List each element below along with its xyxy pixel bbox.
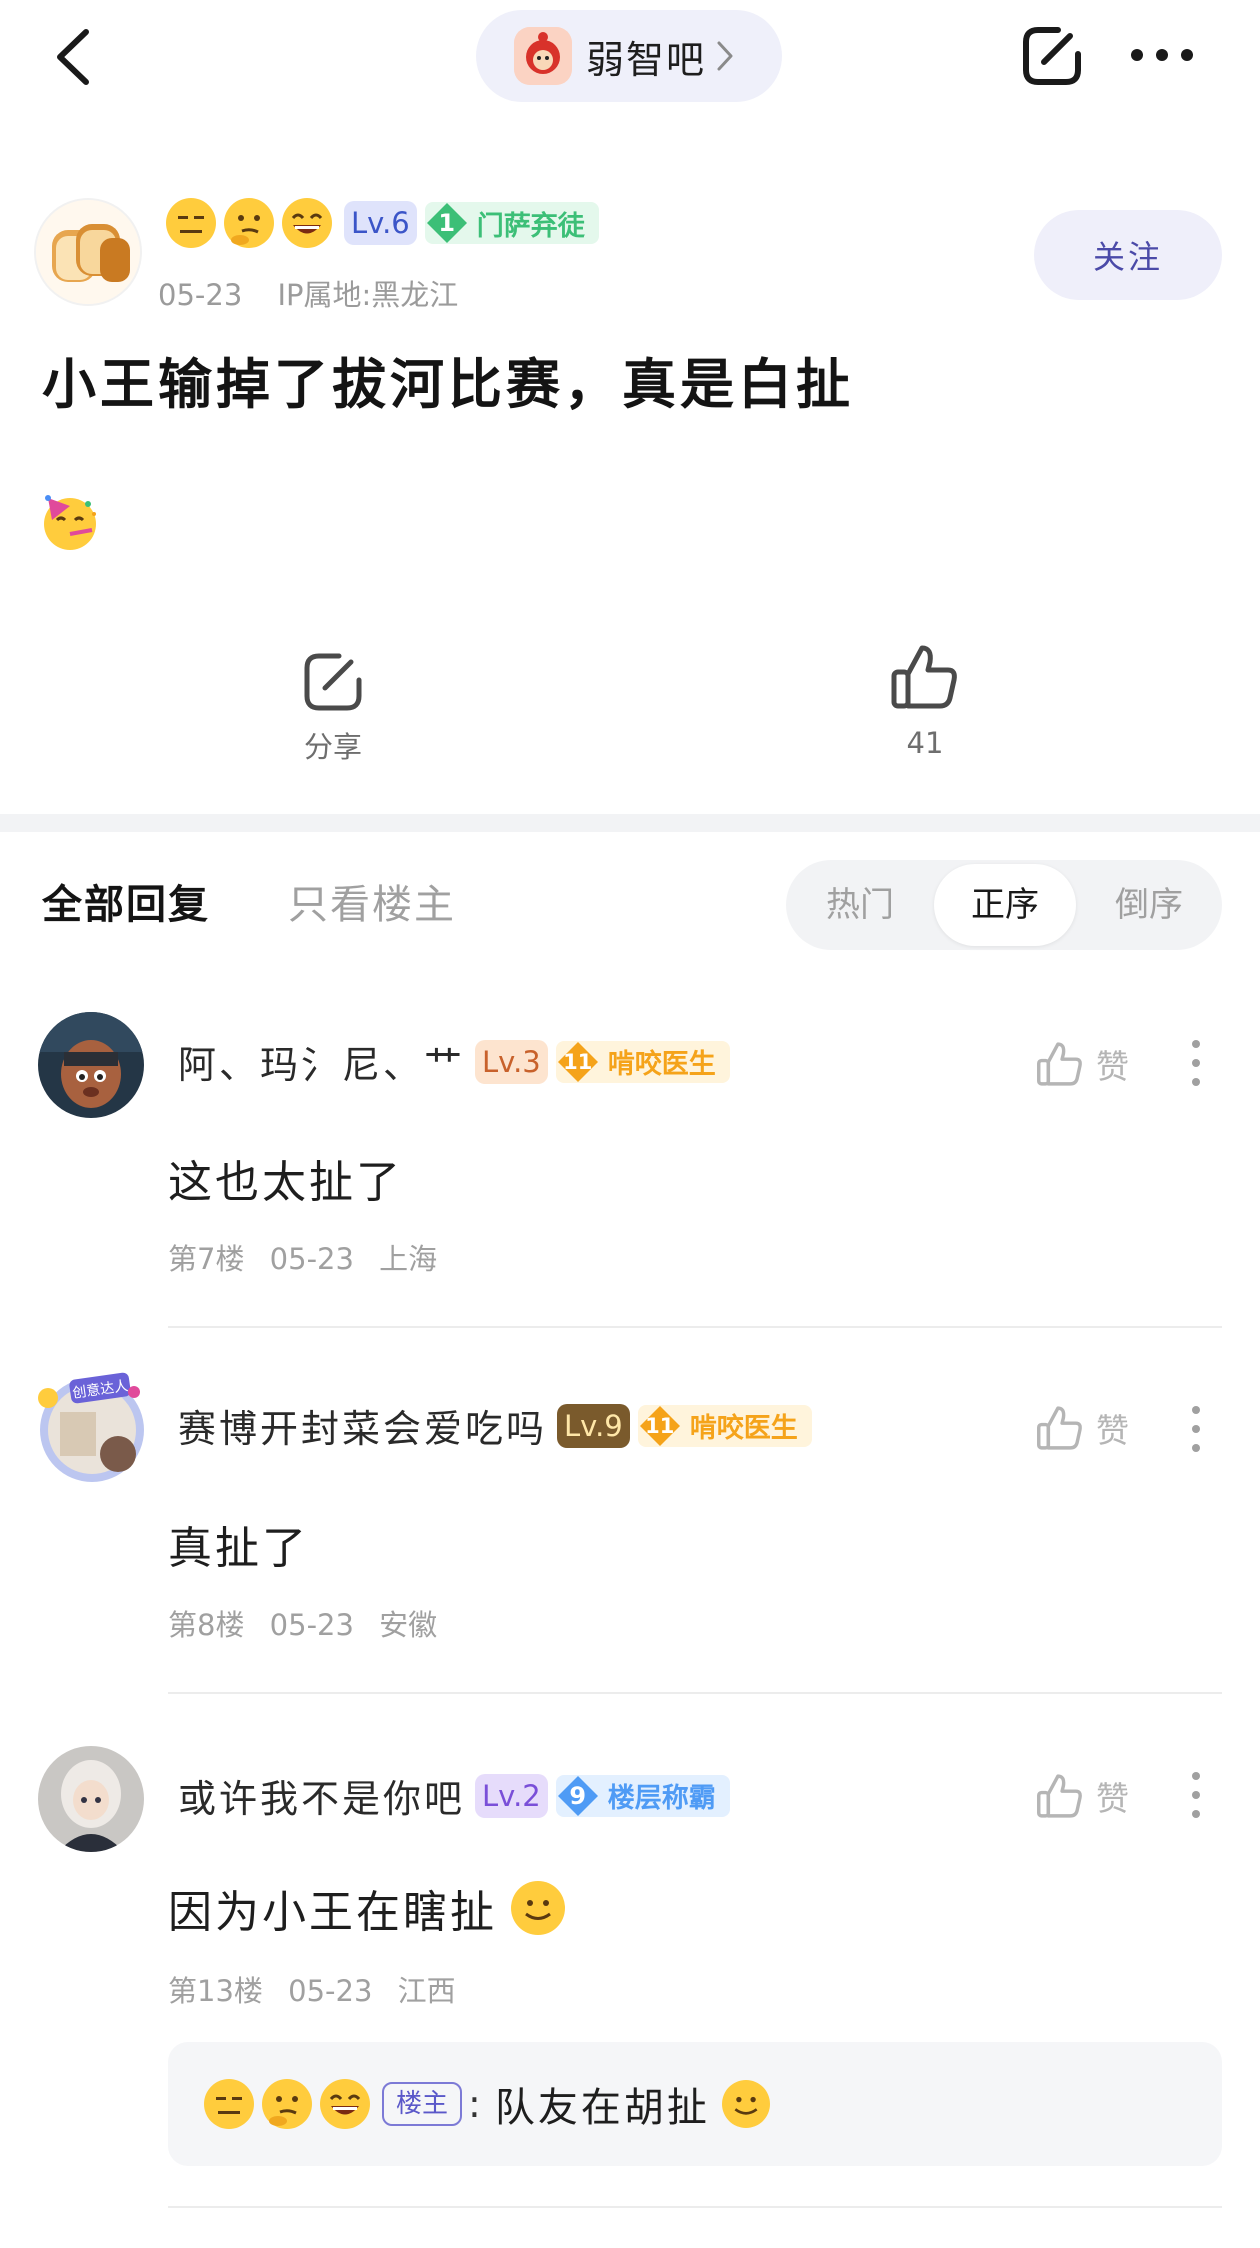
sub-reply-text: 队友在胡扯 bbox=[494, 2085, 710, 2131]
post-meta: 05-23 IP属地:黑龙江 bbox=[158, 272, 458, 314]
comment-location: 上海 bbox=[379, 1242, 438, 1276]
tab-op-only[interactable]: 只看楼主 bbox=[288, 872, 456, 930]
comment-more-icon[interactable] bbox=[1190, 1038, 1202, 1088]
comment-like-button[interactable]: 赞 bbox=[1036, 1400, 1166, 1456]
author-decorations: Lv.6 1 门萨弃徒 bbox=[166, 198, 599, 248]
level-badge: Lv.6 bbox=[344, 201, 417, 245]
comment-username[interactable]: 阿、玛氵尼、艹 bbox=[178, 1034, 465, 1089]
comment-avatar[interactable]: 创意达人 bbox=[34, 1370, 150, 1486]
comment-date: 05-23 bbox=[269, 1242, 354, 1276]
comment-divider bbox=[168, 1692, 1222, 1694]
share-icon bbox=[304, 653, 362, 711]
thumbs-up-icon bbox=[1037, 1774, 1082, 1818]
comment-date: 05-23 bbox=[288, 1974, 373, 2008]
comment-divider bbox=[168, 2206, 1222, 2208]
comment-like-button[interactable]: 赞 bbox=[1036, 1036, 1166, 1092]
comment-divider bbox=[168, 1326, 1222, 1328]
honor-badge: 11 啃咬医生 bbox=[637, 1404, 812, 1448]
like-count: 41 bbox=[906, 726, 944, 760]
expressionless-emoji-icon bbox=[166, 198, 216, 248]
sort-segmented-control: 热门 正序 倒序 bbox=[786, 860, 1222, 950]
level-badge: Lv.3 bbox=[475, 1039, 548, 1084]
back-arrow-icon[interactable] bbox=[52, 26, 96, 88]
smile-emoji-icon bbox=[721, 2080, 770, 2128]
chevron-right-icon bbox=[717, 41, 733, 71]
comment-username[interactable]: 赛博开封菜会爱吃吗 bbox=[178, 1398, 547, 1453]
comment-avatar[interactable] bbox=[38, 1012, 144, 1118]
comment-text: 真扯了 bbox=[168, 1523, 309, 1574]
sub-reply[interactable]: 楼主 : 队友在胡扯 bbox=[168, 2042, 1222, 2166]
honor-badge: 1 门萨弃徒 bbox=[424, 201, 599, 245]
like-action[interactable]: 41 bbox=[860, 642, 990, 766]
comment-meta: 第7楼 05-23 上海 bbox=[168, 1236, 437, 1278]
grinning-emoji-icon bbox=[282, 198, 332, 248]
honor-gem-icon: 11 bbox=[638, 1404, 682, 1448]
comment-more-icon[interactable] bbox=[1190, 1770, 1202, 1820]
comment-like-button[interactable]: 赞 bbox=[1036, 1768, 1166, 1824]
like-label: 赞 bbox=[1096, 1779, 1129, 1818]
op-tag: 楼主 bbox=[382, 2082, 463, 2126]
comment-text: 因为小王在瞎扯 bbox=[168, 1887, 497, 1938]
forum-entry-button[interactable]: 弱智吧 bbox=[476, 10, 782, 102]
share-action[interactable]: 分享 bbox=[268, 650, 398, 766]
sort-descending[interactable]: 倒序 bbox=[1076, 860, 1222, 950]
grinning-emoji-icon bbox=[320, 2079, 370, 2129]
honor-title: 楼层称霸 bbox=[607, 1783, 716, 1814]
like-label: 赞 bbox=[1096, 1411, 1129, 1450]
honor-gem-icon: 1 bbox=[425, 201, 469, 245]
comment-location: 江西 bbox=[397, 1974, 456, 2008]
thinking-emoji-icon bbox=[224, 198, 274, 248]
like-label: 赞 bbox=[1096, 1047, 1129, 1086]
honor-gem-icon: 11 bbox=[556, 1040, 600, 1084]
honor-badge: 11 啃咬医生 bbox=[555, 1040, 730, 1084]
comment-more-icon[interactable] bbox=[1190, 1404, 1202, 1454]
comment-header: 赛博开封菜会爱吃吗 Lv.9 11 啃咬医生 bbox=[178, 1398, 812, 1453]
post-title: 小王输掉了拔河比赛，真是白扯 bbox=[42, 353, 854, 416]
partying-face-emoji bbox=[40, 492, 100, 552]
comment-floor: 第8楼 bbox=[168, 1608, 245, 1642]
comment-header: 阿、玛氵尼、艹 Lv.3 11 啃咬医生 bbox=[178, 1034, 730, 1089]
thumbs-up-icon bbox=[891, 645, 957, 709]
follow-button[interactable]: 关注 bbox=[1034, 210, 1222, 300]
forum-avatar-icon bbox=[514, 27, 572, 85]
level-badge: Lv.2 bbox=[475, 1773, 548, 1818]
expressionless-emoji-icon bbox=[204, 2079, 254, 2129]
smile-emoji-icon bbox=[511, 1881, 565, 1935]
post-date: 05-23 bbox=[158, 278, 243, 312]
comment-username[interactable]: 或许我不是你吧 bbox=[178, 1768, 465, 1823]
comment-avatar[interactable] bbox=[38, 1746, 144, 1852]
comment-floor: 第7楼 bbox=[168, 1242, 245, 1276]
sort-ascending[interactable]: 正序 bbox=[934, 860, 1076, 950]
more-options-icon[interactable] bbox=[1128, 46, 1196, 64]
comment-meta: 第13楼 05-23 江西 bbox=[168, 1968, 456, 2010]
comment-header: 或许我不是你吧 Lv.2 9 楼层称霸 bbox=[178, 1768, 730, 1823]
share-icon[interactable] bbox=[1020, 24, 1084, 88]
share-label: 分享 bbox=[303, 730, 362, 764]
level-badge: Lv.9 bbox=[557, 1403, 630, 1448]
honor-gem-icon: 9 bbox=[556, 1774, 600, 1818]
comment-text: 这也太扯了 bbox=[168, 1157, 403, 1208]
tab-all-replies[interactable]: 全部回复 bbox=[42, 872, 210, 930]
thumbs-up-icon bbox=[1037, 1042, 1082, 1086]
thumbs-up-icon bbox=[1037, 1406, 1082, 1450]
honor-title: 啃咬医生 bbox=[607, 1049, 716, 1080]
comment-location: 安徽 bbox=[379, 1608, 438, 1642]
comment-date: 05-23 bbox=[269, 1608, 354, 1642]
comment-floor: 第13楼 bbox=[168, 1974, 263, 2008]
sub-reply-separator: : bbox=[468, 2082, 481, 2126]
comment-text-row: 因为小王在瞎扯 bbox=[168, 1876, 565, 1940]
honor-title: 门萨弃徒 bbox=[476, 210, 585, 242]
author-avatar[interactable] bbox=[34, 198, 142, 306]
forum-name: 弱智吧 bbox=[586, 37, 707, 82]
comment-meta: 第8楼 05-23 安徽 bbox=[168, 1602, 437, 1644]
sort-hot[interactable]: 热门 bbox=[786, 860, 934, 950]
honor-title: 啃咬医生 bbox=[689, 1413, 798, 1444]
honor-badge: 9 楼层称霸 bbox=[555, 1774, 730, 1818]
thinking-emoji-icon bbox=[262, 2079, 312, 2129]
section-divider bbox=[0, 814, 1260, 832]
ip-location: IP属地:黑龙江 bbox=[277, 278, 459, 312]
